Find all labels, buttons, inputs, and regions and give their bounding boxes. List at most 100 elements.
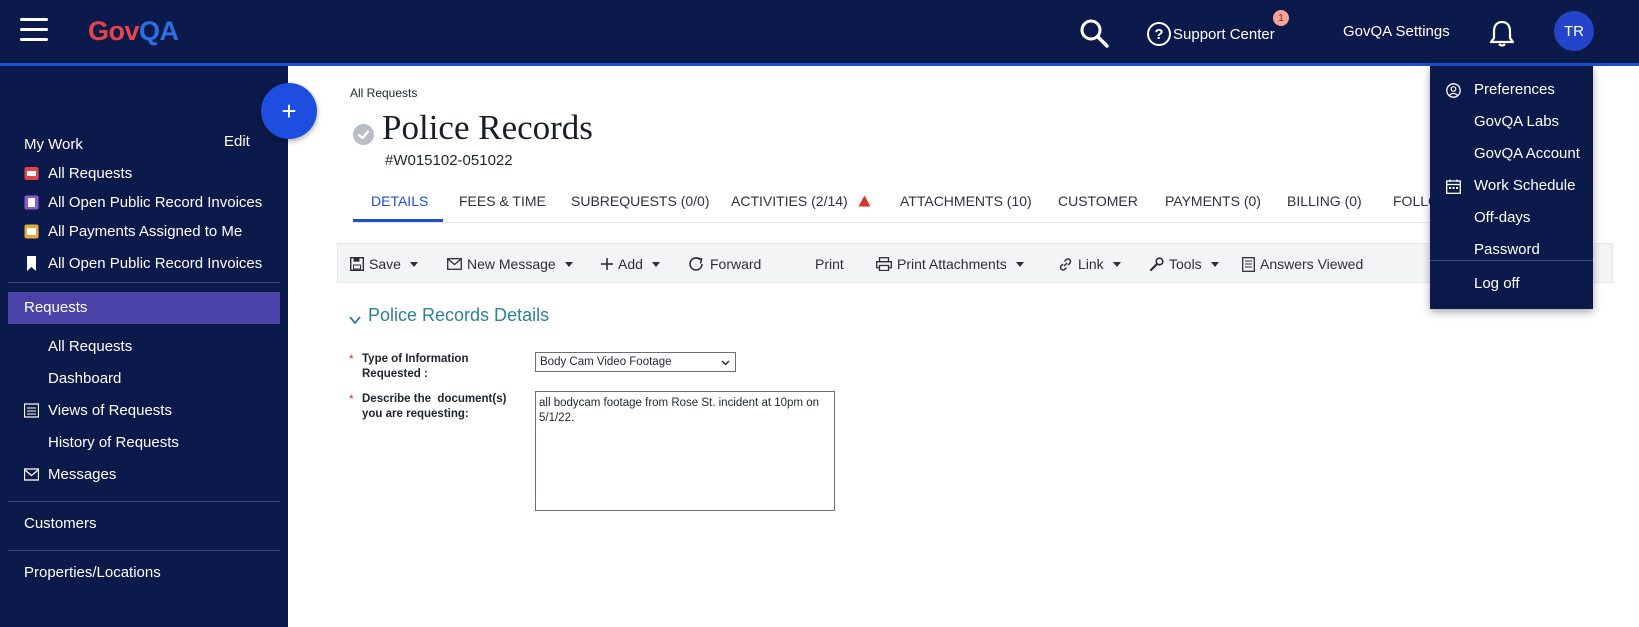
- sidebar-item-requests[interactable]: Requests: [0, 294, 288, 322]
- type-of-information-select[interactable]: Body Cam Video Footage: [535, 352, 736, 372]
- bookmark-icon: [27, 256, 36, 271]
- sidebar-item-customers[interactable]: Customers: [0, 510, 288, 538]
- describe-documents-textarea[interactable]: all bodycam footage from Rose St. incide…: [535, 391, 835, 511]
- menu-item-label: Log off: [1474, 275, 1520, 292]
- tab-activities[interactable]: ACTIVITIES (2/14): [731, 193, 871, 209]
- forward-button[interactable]: Forward: [689, 254, 761, 274]
- answers-viewed-label: Answers Viewed: [1260, 256, 1364, 272]
- tab-follow-up[interactable]: FOLLO: [1393, 193, 1433, 209]
- menu-item-govqa-labs[interactable]: GovQA Labs: [1430, 108, 1593, 138]
- tools-label: Tools: [1169, 256, 1202, 272]
- sidebar-item-open-invoices[interactable]: All Open Public Record Invoices: [0, 189, 288, 217]
- hamburger-menu-icon[interactable]: [20, 18, 48, 42]
- print-attachments-button[interactable]: Print Attachments: [876, 254, 1024, 274]
- sidebar-item-label: All Open Public Record Invoices: [48, 194, 263, 211]
- chevron-down-icon: [564, 261, 573, 267]
- tab-subrequests[interactable]: SUBREQUESTS (0/0): [571, 193, 709, 209]
- create-new-button[interactable]: +: [261, 83, 317, 139]
- chevron-down-icon: [1210, 261, 1219, 267]
- tab-billing[interactable]: BILLING (0): [1287, 193, 1362, 209]
- chevron-down-icon: [651, 261, 660, 267]
- user-circle-icon: [1446, 83, 1461, 98]
- menu-divider: [1430, 260, 1593, 261]
- menu-item-preferences[interactable]: Preferences: [1430, 76, 1593, 106]
- payment-icon: [24, 224, 39, 239]
- govqa-logo[interactable]: GovQA: [88, 16, 179, 47]
- action-toolbar: Save New Message Add Forward Print Print…: [337, 243, 1613, 283]
- sidebar-subitem-dashboard[interactable]: Dashboard: [0, 365, 288, 393]
- print-button[interactable]: Print: [815, 254, 844, 274]
- breadcrumb[interactable]: All Requests: [350, 86, 417, 100]
- tab-fees-time[interactable]: FEES & TIME: [459, 193, 546, 209]
- link-icon: [1059, 257, 1072, 271]
- new-message-label: New Message: [467, 256, 556, 272]
- save-label: Save: [369, 256, 401, 272]
- inbox-icon: [24, 167, 39, 180]
- sidebar-item-payments-assigned[interactable]: All Payments Assigned to Me: [0, 218, 288, 246]
- govqa-settings-link[interactable]: GovQA Settings: [1343, 23, 1450, 40]
- document-icon: [1242, 256, 1255, 272]
- user-avatar[interactable]: TR: [1554, 11, 1594, 51]
- sidebar-subitem-all-requests[interactable]: All Requests: [0, 333, 288, 361]
- menu-item-label: Preferences: [1474, 81, 1555, 98]
- sidebar-item-properties-locations[interactable]: Properties/Locations: [0, 559, 288, 587]
- field-label-line: Requested :: [362, 368, 428, 380]
- section-title[interactable]: Police Records Details: [368, 305, 549, 326]
- menu-item-label: Work Schedule: [1474, 177, 1576, 194]
- tab-activities-label: ACTIVITIES (2/14): [731, 193, 848, 209]
- chevron-down-icon[interactable]: [348, 313, 362, 327]
- tab-attachments[interactable]: ATTACHMENTS (10): [900, 193, 1032, 209]
- save-icon: [350, 257, 364, 271]
- field-label-line: you are requesting:: [362, 408, 469, 420]
- menu-item-work-schedule[interactable]: Work Schedule: [1430, 172, 1593, 202]
- user-menu-dropdown: Preferences GovQA Labs GovQA Account Wor…: [1430, 66, 1593, 309]
- notification-badge: 1: [1273, 10, 1289, 26]
- menu-item-off-days[interactable]: Off-days: [1430, 204, 1593, 234]
- sidebar-subitem-messages[interactable]: Messages: [0, 461, 288, 489]
- sidebar-subitem-history-of-requests[interactable]: History of Requests: [0, 429, 288, 457]
- required-marker: *: [349, 352, 354, 366]
- answers-viewed-button[interactable]: Answers Viewed: [1242, 254, 1363, 274]
- support-center-label: Support Center: [1173, 25, 1275, 43]
- search-icon[interactable]: [1078, 17, 1110, 49]
- select-value: Body Cam Video Footage: [540, 356, 672, 368]
- edit-my-work-button[interactable]: Edit: [224, 133, 250, 150]
- sidebar-item-label: Views of Requests: [48, 402, 172, 419]
- describe-documents-label: Describe the document(s) you are request…: [362, 392, 506, 422]
- sidebar-item-open-invoices-2[interactable]: All Open Public Record Invoices: [0, 250, 288, 278]
- sidebar-divider: [8, 282, 280, 283]
- printer-icon: [876, 257, 892, 271]
- menu-item-password[interactable]: Password: [1430, 236, 1593, 266]
- sidebar-item-all-requests[interactable]: All Requests: [0, 160, 288, 188]
- sidebar-item-label: Dashboard: [48, 370, 122, 387]
- tab-payments[interactable]: PAYMENTS (0): [1165, 193, 1261, 209]
- tab-customer[interactable]: CUSTOMER: [1058, 193, 1138, 209]
- print-attachments-label: Print Attachments: [897, 256, 1007, 272]
- tools-button[interactable]: Tools: [1149, 254, 1219, 274]
- field-label-line: Describe the document(s): [362, 393, 507, 405]
- mail-icon: [24, 468, 39, 481]
- help-circle-icon: ?: [1147, 22, 1171, 46]
- tab-details[interactable]: DETAILS: [371, 193, 428, 209]
- add-button[interactable]: Add: [601, 254, 660, 274]
- warning-icon: [858, 195, 871, 207]
- chevron-down-icon: [1015, 261, 1024, 267]
- link-button[interactable]: Link: [1058, 254, 1121, 274]
- save-button[interactable]: Save: [350, 254, 418, 274]
- new-message-button[interactable]: New Message: [447, 254, 573, 274]
- menu-item-govqa-account[interactable]: GovQA Account: [1430, 140, 1593, 170]
- sidebar-item-label: All Requests: [48, 338, 133, 355]
- sidebar-item-label: All Open Public Record Invoices: [48, 255, 263, 272]
- sidebar: My Work Edit All Requests All Open Publi…: [0, 66, 288, 627]
- sidebar-item-label: Properties/Locations: [24, 564, 161, 581]
- top-bar: GovQA ? Support Center 1 GovQA Settings …: [0, 0, 1639, 66]
- request-number: #W015102-051022: [385, 152, 513, 169]
- invoice-icon: [24, 195, 39, 210]
- active-tab-indicator: [353, 219, 443, 222]
- menu-item-log-off[interactable]: Log off: [1430, 270, 1593, 300]
- sidebar-subitem-views-of-requests[interactable]: Views of Requests: [0, 397, 288, 425]
- chevron-down-icon: [1112, 261, 1121, 267]
- bell-icon[interactable]: [1488, 18, 1516, 48]
- chevron-down-icon: [409, 261, 418, 267]
- support-center-link[interactable]: ? Support Center: [1147, 21, 1275, 47]
